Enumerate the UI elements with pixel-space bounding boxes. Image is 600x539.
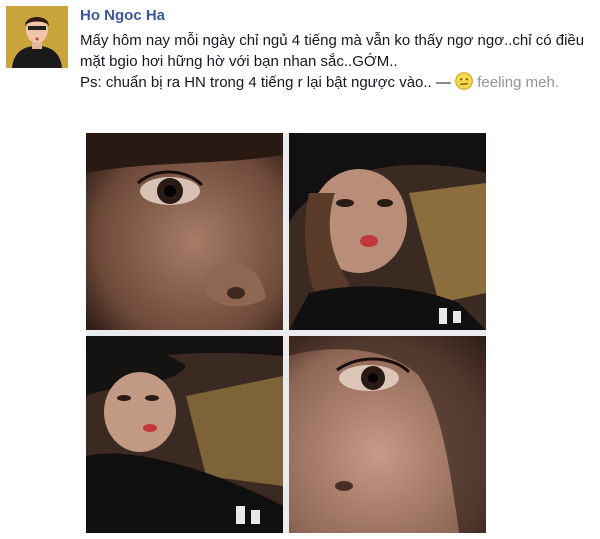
author-name-link[interactable]: Ho Ngoc Ha — [80, 6, 165, 26]
feeling-label[interactable]: feeling meh. — [477, 74, 559, 91]
photo-collage[interactable] — [86, 133, 486, 533]
photo-bottom-right[interactable] — [289, 336, 486, 533]
status-line-2: Ps: chuẩn bị ra HN trong 4 tiếng r lại b… — [80, 72, 595, 96]
photo-top-right[interactable] — [289, 133, 486, 330]
photo-top-left[interactable] — [86, 133, 283, 330]
status-line-2-text: Ps: chuẩn bị ra HN trong 4 tiếng r lại b… — [80, 74, 451, 91]
status-line-1: Mấy hôm nay mỗi ngày chỉ ngủ 4 tiếng mà … — [80, 32, 585, 70]
meh-face-icon — [455, 72, 473, 96]
status-text: Mấy hôm nay mỗi ngày chỉ ngủ 4 tiếng mà … — [80, 30, 595, 96]
author-avatar[interactable] — [6, 6, 68, 68]
photo-bottom-left[interactable] — [86, 336, 283, 533]
